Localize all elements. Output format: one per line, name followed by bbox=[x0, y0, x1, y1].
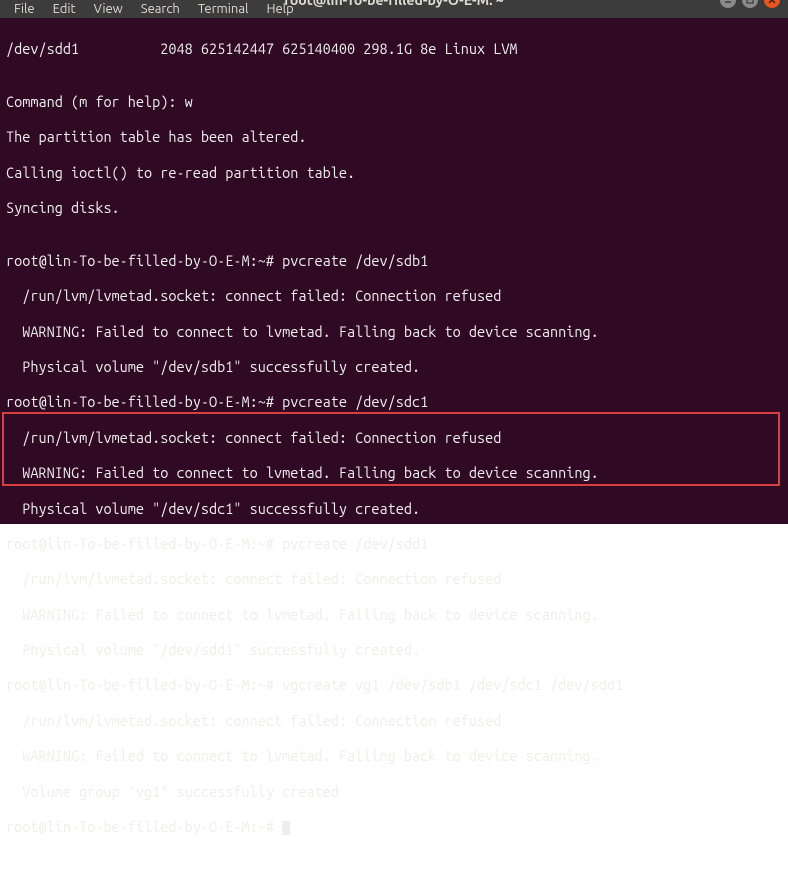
terminal-line: WARNING: Failed to connect to lvmetad. F… bbox=[6, 464, 782, 482]
terminal-line: root@lin-To-be-filled-by-O-E-M:~# vgcrea… bbox=[6, 676, 782, 694]
terminal-line: The partition table has been altered. bbox=[6, 128, 782, 146]
terminal-line: /run/lvm/lvmetad.socket: connect failed:… bbox=[6, 429, 782, 447]
terminal-line: /run/lvm/lvmetad.socket: connect failed:… bbox=[6, 570, 782, 588]
terminal-content[interactable]: /dev/sdd1 2048 625142447 625140400 298.1… bbox=[0, 18, 788, 893]
terminal-line: Volume group "vg1" successfully created bbox=[6, 783, 782, 801]
terminal-line: Calling ioctl() to re-read partition tab… bbox=[6, 164, 782, 182]
window-title: root@lin-To-be-filled-by-O-E-M: ~ bbox=[284, 0, 504, 8]
terminal-line: WARNING: Failed to connect to lvmetad. F… bbox=[6, 606, 782, 624]
window-controls bbox=[720, 0, 780, 8]
minimize-icon bbox=[724, 0, 732, 4]
terminal-window: root@lin-To-be-filled-by-O-E-M: ~ File E… bbox=[0, 0, 788, 524]
cursor-icon bbox=[282, 821, 290, 835]
terminal-line: /dev/sdd1 2048 625142447 625140400 298.1… bbox=[6, 40, 782, 58]
prompt-text: root@lin-To-be-filled-by-O-E-M:~# bbox=[6, 818, 282, 835]
menu-terminal[interactable]: Terminal bbox=[190, 0, 257, 18]
terminal-line: root@lin-To-be-filled-by-O-E-M:~# bbox=[6, 818, 782, 836]
terminal-line: Physical volume "/dev/sdc1" successfully… bbox=[6, 500, 782, 518]
terminal-line: root@lin-To-be-filled-by-O-E-M:~# pvcrea… bbox=[6, 535, 782, 553]
terminal-line: Syncing disks. bbox=[6, 199, 782, 217]
close-icon bbox=[768, 0, 776, 4]
maximize-icon bbox=[746, 0, 754, 4]
menu-edit[interactable]: Edit bbox=[45, 0, 84, 18]
terminal-line: WARNING: Failed to connect to lvmetad. F… bbox=[6, 323, 782, 341]
terminal-line: /run/lvm/lvmetad.socket: connect failed:… bbox=[6, 287, 782, 305]
close-button[interactable] bbox=[764, 0, 780, 8]
terminal-line: Physical volume "/dev/sdd1" successfully… bbox=[6, 641, 782, 659]
menu-search[interactable]: Search bbox=[133, 0, 188, 18]
terminal-line: /run/lvm/lvmetad.socket: connect failed:… bbox=[6, 712, 782, 730]
terminal-line: Command (m for help): w bbox=[6, 93, 782, 111]
terminal-line: WARNING: Failed to connect to lvmetad. F… bbox=[6, 747, 782, 765]
menu-view[interactable]: View bbox=[86, 0, 131, 18]
terminal-line: root@lin-To-be-filled-by-O-E-M:~# pvcrea… bbox=[6, 252, 782, 270]
menu-file[interactable]: File bbox=[6, 0, 43, 18]
maximize-button[interactable] bbox=[742, 0, 758, 8]
terminal-line: root@lin-To-be-filled-by-O-E-M:~# pvcrea… bbox=[6, 393, 782, 411]
minimize-button[interactable] bbox=[720, 0, 736, 8]
terminal-line: Physical volume "/dev/sdb1" successfully… bbox=[6, 358, 782, 376]
